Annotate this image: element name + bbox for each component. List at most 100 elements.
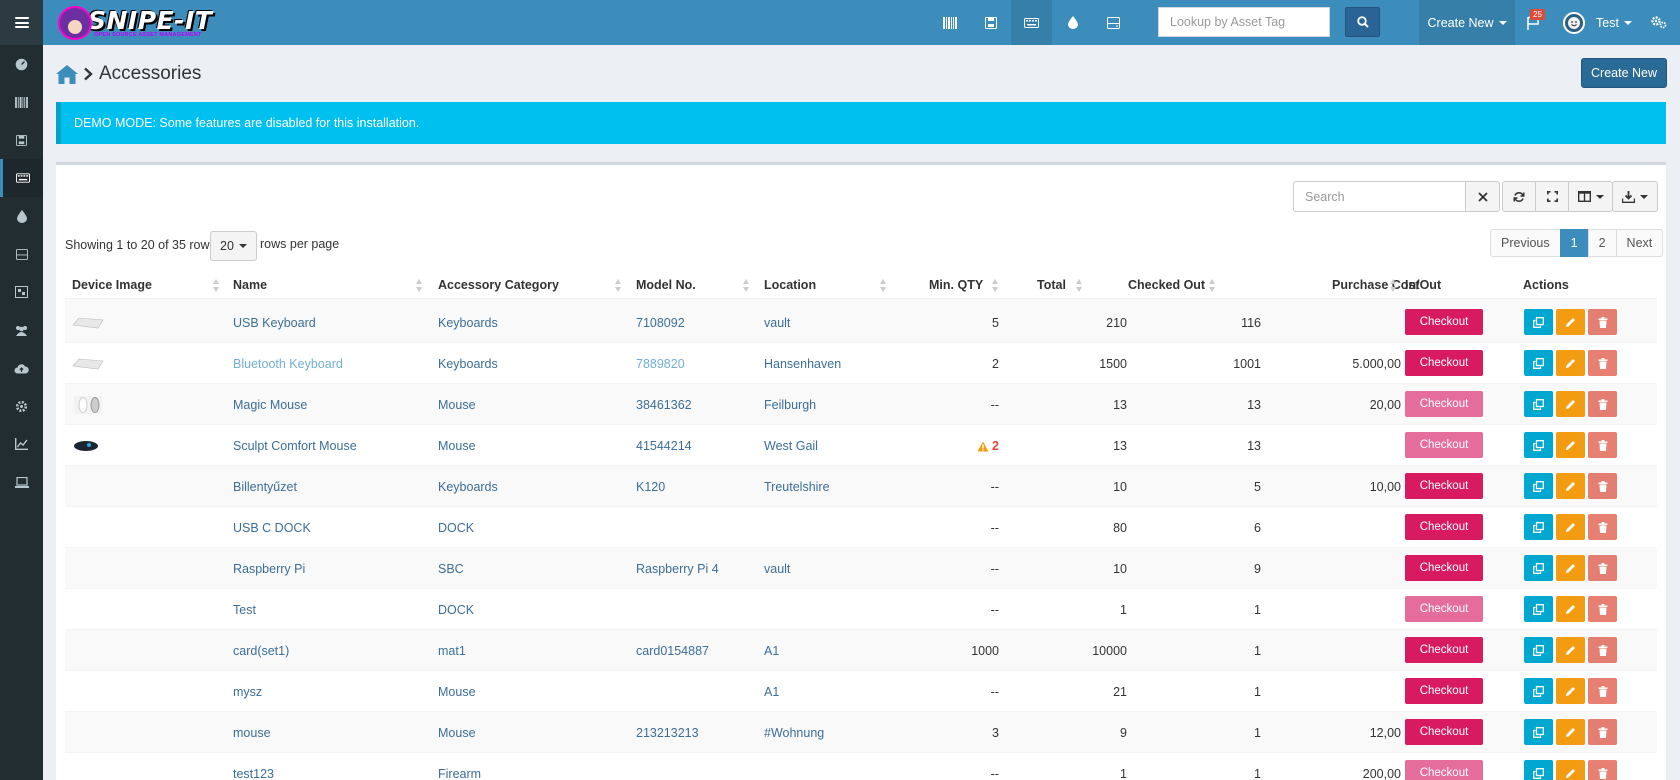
delete-button[interactable] [1588, 555, 1617, 581]
model-number[interactable]: K120 [636, 479, 665, 495]
model-number[interactable]: 213213213 [636, 725, 699, 741]
checkout-button[interactable]: Checkout [1405, 473, 1483, 499]
refresh-button[interactable] [1502, 181, 1536, 212]
accessory-name-link[interactable]: mysz [233, 684, 262, 700]
nav-licenses-button[interactable] [970, 0, 1011, 45]
accessory-name-link[interactable]: Magic Mouse [233, 397, 307, 413]
sort-icon[interactable] [213, 279, 220, 293]
device-image[interactable] [71, 353, 105, 373]
pagination-next[interactable]: Next [1615, 229, 1664, 257]
delete-button[interactable] [1588, 473, 1617, 499]
edit-button[interactable] [1556, 514, 1585, 540]
model-number[interactable]: 7108092 [636, 315, 685, 331]
accessory-name-link[interactable]: test123 [233, 766, 274, 780]
sidebar-item-assets[interactable] [0, 83, 43, 121]
pagination-page-1[interactable]: 1 [1559, 229, 1589, 257]
sidebar-item-people[interactable] [0, 311, 43, 349]
delete-button[interactable] [1588, 678, 1617, 704]
col-total[interactable]: Total [1037, 278, 1066, 292]
pagination-previous[interactable]: Previous [1490, 229, 1561, 257]
checkout-button[interactable]: Checkout [1405, 309, 1483, 335]
edit-button[interactable] [1556, 678, 1585, 704]
clone-button[interactable] [1524, 637, 1553, 663]
sort-icon[interactable] [992, 279, 999, 293]
model-number[interactable]: 7889820 [636, 356, 685, 372]
nav-assets-button[interactable] [929, 0, 970, 45]
category-link[interactable]: Firearm [438, 766, 481, 780]
sort-icon[interactable] [743, 279, 750, 293]
accessory-name-link[interactable]: Test [233, 602, 256, 618]
clone-button[interactable] [1524, 473, 1553, 499]
sort-icon[interactable] [1209, 279, 1216, 293]
sort-icon[interactable] [1076, 279, 1083, 293]
sidebar-item-dashboard[interactable] [0, 45, 43, 83]
location-link[interactable]: West Gail [764, 438, 818, 454]
checkout-button[interactable]: Checkout [1405, 555, 1483, 581]
sidebar-item-components[interactable] [0, 235, 43, 273]
gears-icon[interactable] [1650, 13, 1668, 31]
clear-search-button[interactable] [1465, 181, 1500, 212]
category-link[interactable]: DOCK [438, 520, 474, 536]
sidebar-item-consumables[interactable] [0, 197, 43, 235]
accessory-name-link[interactable]: Raspberry Pi [233, 561, 305, 577]
category-link[interactable]: Mouse [438, 438, 476, 454]
col-name[interactable]: Name [233, 278, 267, 292]
lookup-search-button[interactable] [1345, 7, 1380, 37]
category-link[interactable]: Keyboards [438, 479, 498, 495]
delete-button[interactable] [1588, 432, 1617, 458]
col-min-qty[interactable]: Min. QTY [929, 278, 983, 292]
category-link[interactable]: Mouse [438, 725, 476, 741]
location-link[interactable]: A1 [764, 643, 779, 659]
sort-icon[interactable] [416, 279, 423, 293]
sort-icon[interactable] [880, 279, 887, 293]
delete-button[interactable] [1588, 391, 1617, 417]
sort-icon[interactable] [1390, 279, 1397, 293]
asset-tag-lookup-input[interactable] [1158, 7, 1330, 37]
location-link[interactable]: Hansenhaven [764, 356, 841, 372]
location-link[interactable]: Treutelshire [764, 479, 830, 495]
delete-button[interactable] [1588, 350, 1617, 376]
clone-button[interactable] [1524, 391, 1553, 417]
accessory-name-link[interactable]: Bluetooth Keyboard [233, 356, 343, 372]
edit-button[interactable] [1556, 596, 1585, 622]
location-link[interactable]: A1 [764, 684, 779, 700]
clone-button[interactable] [1524, 760, 1553, 780]
model-number[interactable]: 41544214 [636, 438, 692, 454]
checkout-button[interactable]: Checkout [1405, 391, 1483, 417]
col-location[interactable]: Location [764, 278, 816, 292]
location-link[interactable]: #Wohnung [764, 725, 824, 741]
nav-components-button[interactable] [1093, 0, 1134, 45]
device-image[interactable] [71, 435, 105, 455]
device-image[interactable] [71, 312, 105, 332]
model-number[interactable]: Raspberry Pi 4 [636, 561, 719, 577]
clone-button[interactable] [1524, 555, 1553, 581]
col-device-image[interactable]: Device Image [72, 278, 152, 292]
checkout-button[interactable]: Checkout [1405, 514, 1483, 540]
pagination-page-2[interactable]: 2 [1587, 229, 1617, 257]
delete-button[interactable] [1588, 719, 1617, 745]
checkout-button[interactable]: Checkout [1405, 678, 1483, 704]
category-link[interactable]: DOCK [438, 602, 474, 618]
sidebar-item-licenses[interactable] [0, 121, 43, 159]
checkout-button[interactable]: Checkout [1405, 760, 1483, 780]
clone-button[interactable] [1524, 432, 1553, 458]
sidebar-item-import[interactable] [0, 349, 43, 387]
app-logo[interactable]: SNIPE-IT OPEN SOURCE ASSET MANAGEMENT [58, 3, 212, 43]
checkout-button[interactable]: Checkout [1405, 596, 1483, 622]
accessory-name-link[interactable]: USB Keyboard [233, 315, 316, 331]
edit-button[interactable] [1556, 432, 1585, 458]
accessory-name-link[interactable]: Billentyűzet [233, 479, 297, 495]
sidebar-toggle-button[interactable] [0, 0, 43, 45]
sidebar-item-accessories[interactable] [0, 159, 43, 197]
checkout-button[interactable]: Checkout [1405, 432, 1483, 458]
location-link[interactable]: vault [764, 315, 790, 331]
edit-button[interactable] [1556, 350, 1585, 376]
category-link[interactable]: Mouse [438, 397, 476, 413]
clone-button[interactable] [1524, 514, 1553, 540]
edit-button[interactable] [1556, 760, 1585, 780]
edit-button[interactable] [1556, 473, 1585, 499]
home-icon[interactable] [56, 64, 78, 84]
category-link[interactable]: Keyboards [438, 315, 498, 331]
accessory-name-link[interactable]: USB C DOCK [233, 520, 311, 536]
delete-button[interactable] [1588, 596, 1617, 622]
